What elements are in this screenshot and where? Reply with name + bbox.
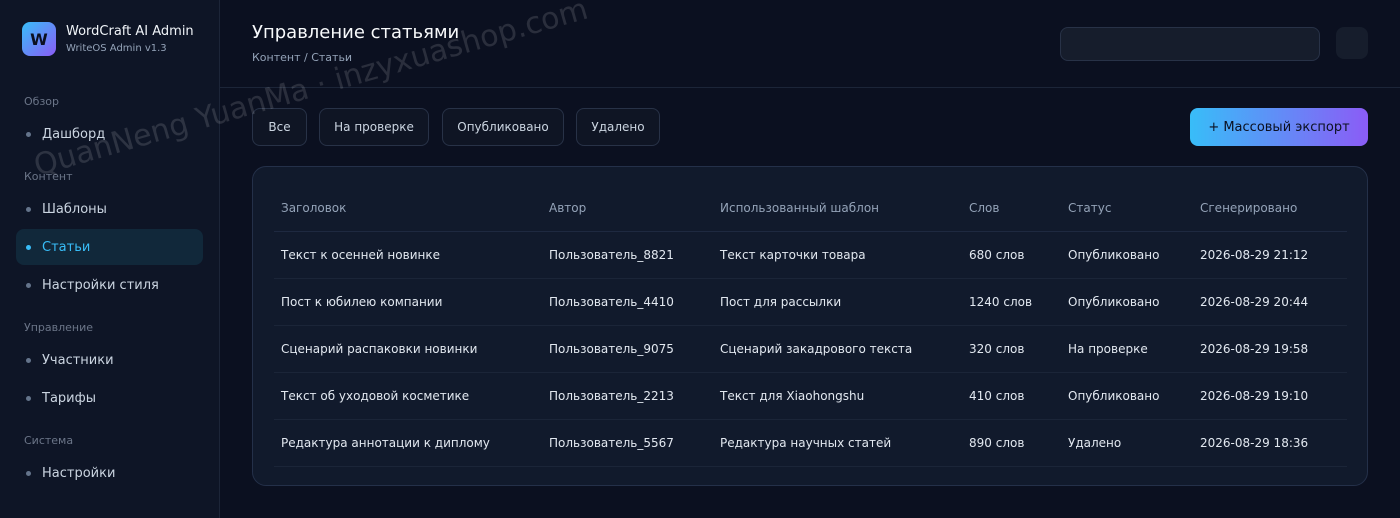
sidebar-item-style-settings[interactable]: Настройки стиля (16, 267, 203, 303)
cell-words: 1240 слов (962, 278, 1061, 326)
cell-words: 680 слов (962, 231, 1061, 279)
table-row[interactable]: Редактура аннотации к диплому Пользовате… (274, 419, 1347, 467)
cell-generated: 2026-08-29 18:36 (1193, 419, 1347, 467)
cell-title: Редактура аннотации к диплому (274, 419, 542, 467)
cell-author: Пользователь_2213 (542, 372, 713, 420)
cell-title: Пост к юбилею компании (274, 278, 542, 326)
bullet-icon (26, 131, 31, 137)
brand-version: WriteOS Admin v1.3 (66, 42, 167, 54)
search-input[interactable] (1060, 27, 1320, 61)
sidebar-item-label: Дашборд (42, 126, 106, 142)
page-title: Управление статьями (252, 22, 460, 43)
sidebar-item-label: Статьи (42, 239, 91, 255)
cell-generated: 2026-08-29 20:44 (1193, 278, 1347, 326)
page-header: Управление статьями Контент / Статьи (220, 0, 1400, 88)
cell-author: Пользователь_8821 (542, 231, 713, 279)
cell-words: 410 слов (962, 372, 1061, 420)
sidebar-item-label: Тарифы (42, 390, 96, 406)
cell-words: 320 слов (962, 325, 1061, 373)
sidebar-item-settings[interactable]: Настройки (16, 455, 203, 491)
articles-table: Заголовок Автор Использованный шаблон Сл… (274, 185, 1347, 467)
sidebar: W WordCraft AI Admin WriteOS Admin v1.3 … (0, 0, 220, 518)
nav-section-content: Контент (24, 170, 73, 183)
column-header-words: Слов (962, 185, 1061, 232)
column-header-status: Статус (1061, 185, 1193, 232)
nav-section-system: Система (24, 434, 74, 447)
cell-template: Текст для Xiaohongshu (713, 372, 962, 420)
table-row[interactable]: Текст об уходовой косметике Пользователь… (274, 372, 1347, 420)
user-menu-button[interactable] (1336, 27, 1368, 59)
sidebar-item-label: Настройки стиля (42, 277, 159, 293)
breadcrumb: Контент / Статьи (252, 51, 353, 64)
column-header-generated: Сгенерировано (1193, 185, 1347, 232)
cell-author: Пользователь_9075 (542, 325, 713, 373)
column-header-title: Заголовок (274, 185, 542, 232)
sidebar-item-articles[interactable]: Статьи (16, 229, 203, 265)
filter-all[interactable]: Все (252, 108, 307, 146)
sidebar-item-label: Шаблоны (42, 201, 107, 217)
bullet-icon (26, 206, 31, 212)
status-badge: На проверке (1061, 325, 1193, 373)
status-badge: Опубликовано (1061, 372, 1193, 420)
nav-section-management: Управление (24, 321, 94, 334)
cell-author: Пользователь_4410 (542, 278, 713, 326)
cell-author: Пользователь_5567 (542, 419, 713, 467)
bullet-icon (26, 470, 31, 476)
cell-generated: 2026-08-29 21:12 (1193, 231, 1347, 279)
brand: W WordCraft AI Admin WriteOS Admin v1.3 (22, 22, 194, 56)
sidebar-item-dashboard[interactable]: Дашборд (16, 116, 203, 152)
sidebar-item-plans[interactable]: Тарифы (16, 380, 203, 416)
cell-template: Сценарий закадрового текста (713, 325, 962, 373)
cell-generated: 2026-08-29 19:10 (1193, 372, 1347, 420)
bullet-icon (26, 395, 31, 401)
bullet-icon (26, 244, 31, 250)
status-badge: Удалено (1061, 419, 1193, 467)
column-header-author: Автор (542, 185, 713, 232)
articles-panel: Заголовок Автор Использованный шаблон Сл… (252, 166, 1368, 486)
cell-template: Пост для рассылки (713, 278, 962, 326)
table-row[interactable]: Сценарий распаковки новинки Пользователь… (274, 325, 1347, 373)
sidebar-item-label: Настройки (42, 465, 116, 481)
table-row[interactable]: Пост к юбилею компании Пользователь_4410… (274, 278, 1347, 326)
bullet-icon (26, 282, 31, 288)
filter-published[interactable]: Опубликовано (442, 108, 564, 146)
sidebar-item-templates[interactable]: Шаблоны (16, 191, 203, 227)
cell-title: Текст к осенней новинке (274, 231, 542, 279)
nav-section-overview: Обзор (24, 95, 60, 108)
table-row[interactable]: Текст к осенней новинке Пользователь_882… (274, 231, 1347, 279)
table-header-row: Заголовок Автор Использованный шаблон Сл… (274, 185, 1347, 232)
cell-template: Редактура научных статей (713, 419, 962, 467)
cell-generated: 2026-08-29 19:58 (1193, 325, 1347, 373)
bulk-export-button[interactable]: + Массовый экспорт (1190, 108, 1368, 146)
bullet-icon (26, 357, 31, 363)
status-badge: Опубликовано (1061, 278, 1193, 326)
cell-words: 890 слов (962, 419, 1061, 467)
filter-deleted[interactable]: Удалено (576, 108, 660, 146)
sidebar-item-members[interactable]: Участники (16, 342, 203, 378)
column-header-template: Использованный шаблон (713, 185, 962, 232)
status-badge: Опубликовано (1061, 231, 1193, 279)
sidebar-item-label: Участники (42, 352, 114, 368)
filter-review[interactable]: На проверке (319, 108, 429, 146)
cell-title: Сценарий распаковки новинки (274, 325, 542, 373)
brand-name: WordCraft AI Admin (66, 23, 194, 39)
brand-logo: W (22, 22, 56, 56)
cell-title: Текст об уходовой косметике (274, 372, 542, 420)
cell-template: Текст карточки товара (713, 231, 962, 279)
